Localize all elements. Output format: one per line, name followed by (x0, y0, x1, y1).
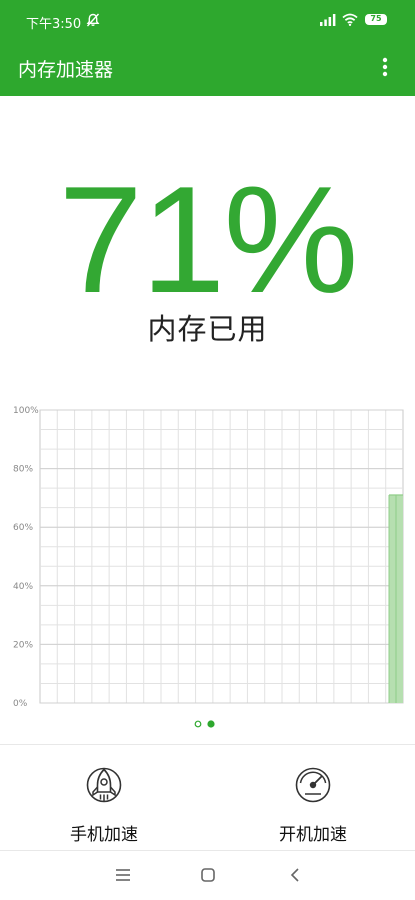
wifi-icon (342, 13, 358, 26)
mute-icon (86, 13, 100, 27)
divider (0, 744, 415, 745)
battery-icon: 75 (365, 14, 387, 25)
y-tick-label: 60% (13, 523, 33, 533)
y-tick-label: 20% (13, 640, 33, 650)
pager-dot-active[interactable] (207, 720, 215, 728)
back-icon[interactable] (287, 867, 303, 883)
signal-icon (320, 14, 336, 26)
memory-label: 内存已用 (147, 312, 268, 346)
chart-canvas: 100% 80% 60% 40% 20% 0% (13, 406, 404, 709)
status-bar: 下午3:50 75 (0, 0, 415, 42)
app-title: 内存加速器 (18, 59, 114, 81)
memory-usage-chart: 100% 80% 60% 40% 20% 0% (0, 400, 415, 720)
y-tick-label: 0% (13, 699, 28, 709)
y-tick-label: 80% (13, 465, 33, 475)
home-icon[interactable] (200, 867, 216, 883)
more-vertical-icon[interactable] (377, 56, 393, 78)
memory-percent: 71% (58, 155, 358, 325)
y-tick-label: 100% (13, 406, 39, 416)
phone-boost-label: 手机加速 (70, 825, 138, 845)
app-bar: 内存加速器 (0, 42, 415, 96)
chart-frame (39, 409, 404, 704)
boot-boost-label: 开机加速 (279, 825, 347, 845)
rocket-icon (86, 767, 122, 803)
boot-boost-button[interactable]: 开机加速 (238, 755, 388, 845)
system-nav-bar (0, 851, 415, 900)
speedometer-icon (295, 767, 331, 803)
menu-icon[interactable] (115, 867, 131, 883)
y-tick-label: 40% (13, 582, 33, 592)
phone-boost-button[interactable]: 手机加速 (29, 755, 179, 845)
status-time: 下午3:50 (26, 17, 82, 32)
pager-dot[interactable] (194, 720, 202, 728)
pager-indicator (194, 720, 215, 728)
